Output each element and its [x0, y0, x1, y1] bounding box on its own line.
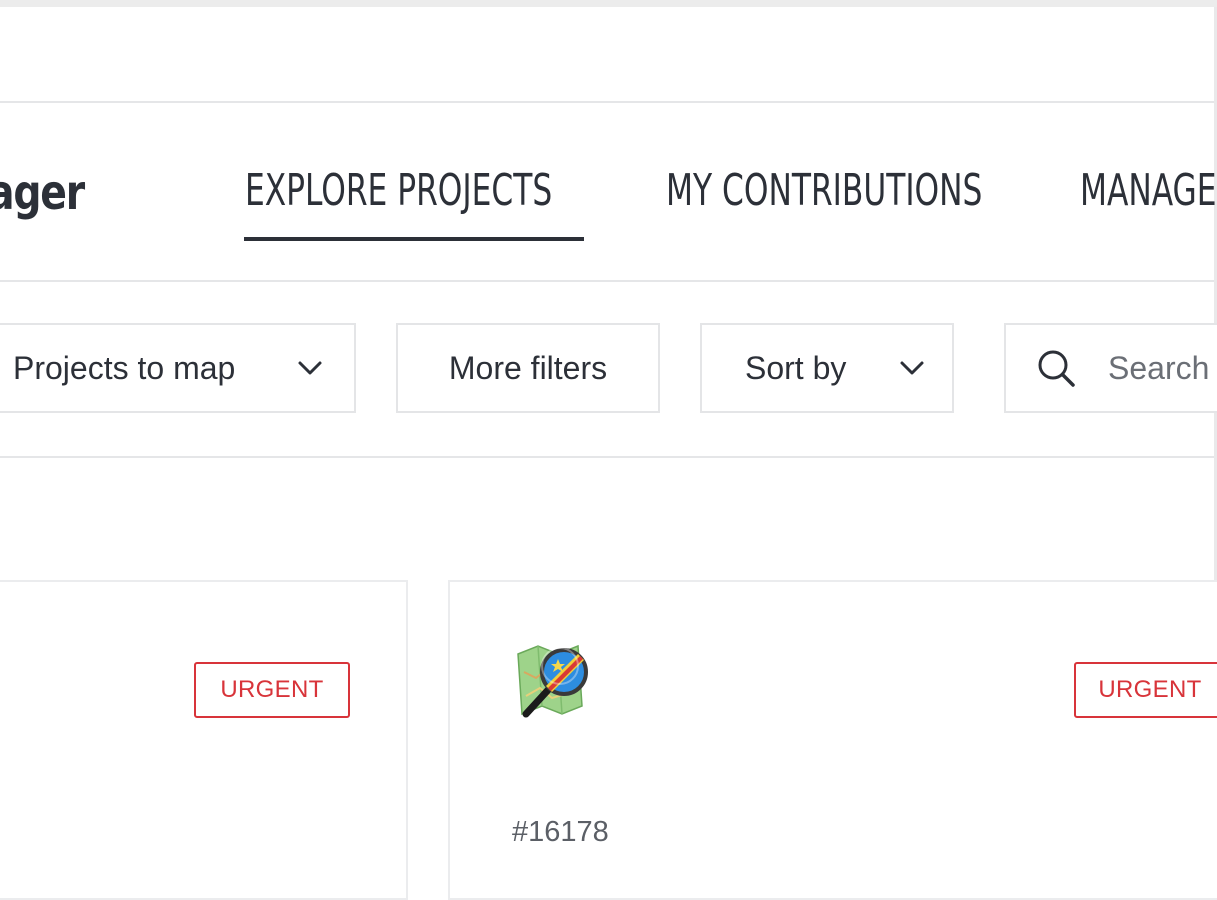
urgent-badge: URGENT [1074, 662, 1217, 718]
filter-toolbar: Projects to map More filters Sort by [0, 282, 1217, 458]
sort-by-label: Sort by [745, 349, 847, 386]
project-card[interactable]: URGENT #16178 [448, 580, 1217, 900]
browser-top-strip [0, 0, 1217, 7]
osm-magnifier-logo-icon [512, 642, 596, 724]
more-filters-label: More filters [448, 349, 608, 386]
project-id: #16178 [512, 816, 609, 848]
search-field[interactable] [1004, 323, 1217, 413]
more-filters-button[interactable]: More filters [396, 323, 660, 413]
app-logo-text[interactable]: ager [0, 165, 85, 221]
search-input[interactable] [1108, 349, 1217, 387]
search-icon [1034, 346, 1078, 390]
tab-explore-projects[interactable]: EXPLORE PROJECTS [245, 165, 552, 216]
urgent-badge: URGENT [194, 662, 350, 718]
tab-manage[interactable]: MANAGE [1080, 165, 1217, 216]
chevron-down-icon [895, 351, 929, 385]
chevron-down-icon [293, 351, 327, 385]
active-tab-indicator [244, 237, 584, 241]
main-navigation: ager EXPLORE PROJECTS MY CONTRIBUTIONS M… [0, 101, 1217, 282]
tab-my-contributions[interactable]: MY CONTRIBUTIONS [666, 165, 982, 216]
projects-to-map-dropdown[interactable]: Projects to map [0, 323, 356, 413]
project-card[interactable]: URGENT [0, 580, 408, 900]
projects-dropdown-label: Projects to map [13, 349, 236, 386]
sort-by-dropdown[interactable]: Sort by [700, 323, 954, 413]
